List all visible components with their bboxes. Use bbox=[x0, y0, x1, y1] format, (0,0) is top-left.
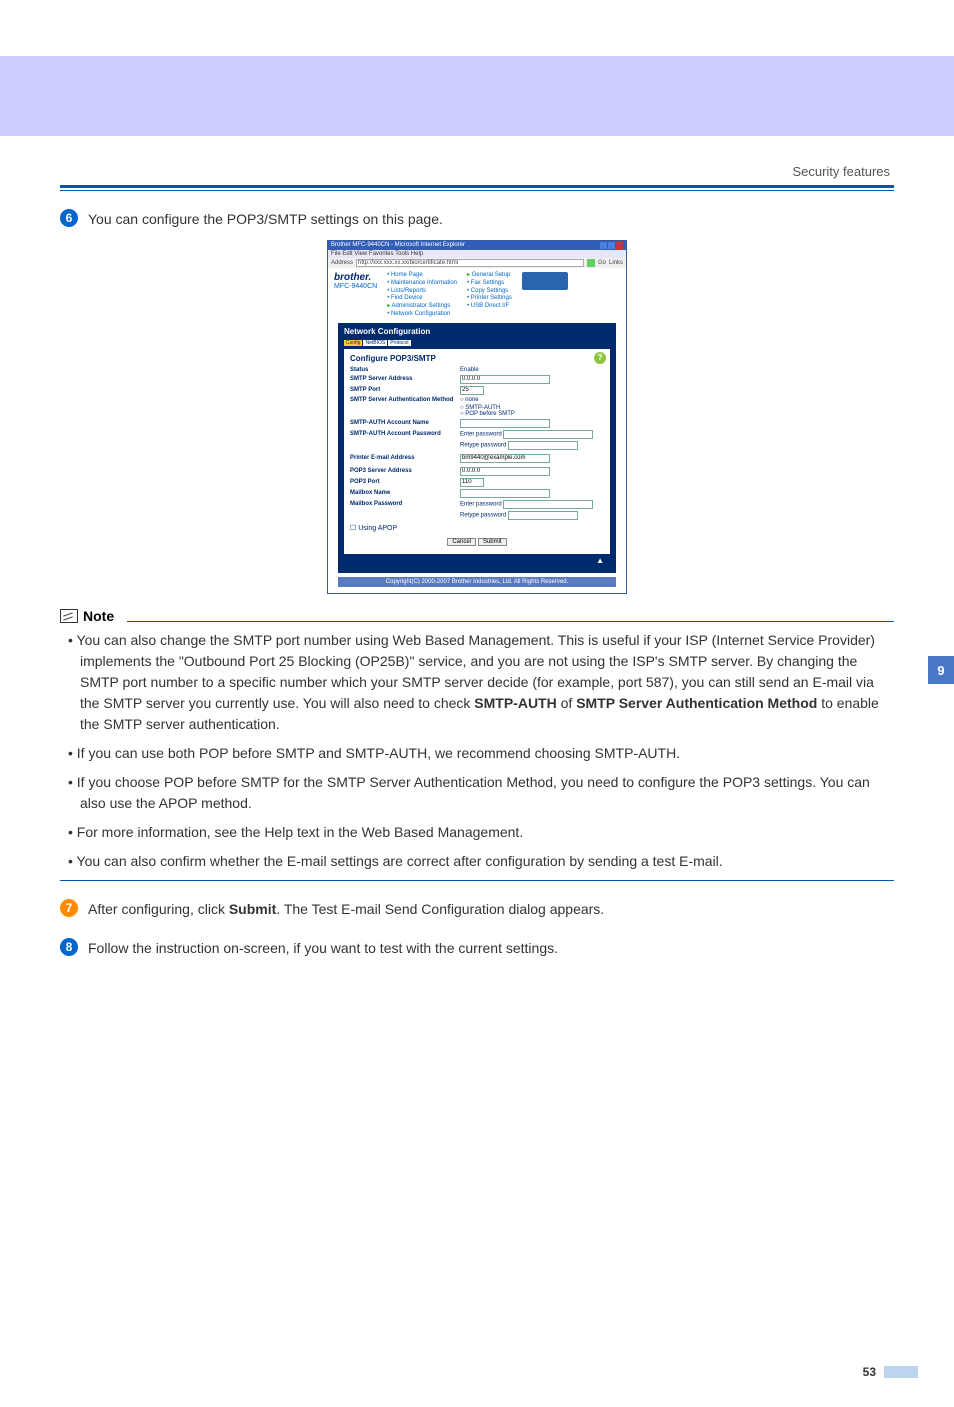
note-rule-bottom bbox=[60, 880, 894, 881]
pop3-server-input[interactable] bbox=[460, 467, 550, 476]
ie-address-bar[interactable]: Address http://xxx.xxx.xx.xx/bio/certifi… bbox=[328, 258, 626, 268]
cancel-button[interactable]: Cancel bbox=[447, 538, 476, 546]
network-config-panel: Network Configuration ConfigNetBIOSProto… bbox=[338, 323, 616, 573]
mailbox-pw-retype[interactable] bbox=[508, 511, 578, 520]
note-item-3: If you choose POP before SMTP for the SM… bbox=[68, 772, 894, 814]
step-badge-7: 7 bbox=[60, 899, 78, 917]
embedded-screenshot: Brother MFC-9440CN - Microsoft Internet … bbox=[327, 240, 627, 594]
status-label: Status bbox=[350, 367, 460, 373]
step-badge-8: 8 bbox=[60, 938, 78, 956]
smtp-server-input[interactable] bbox=[460, 375, 550, 384]
links-label: Links bbox=[609, 260, 623, 266]
status-value: Enable bbox=[460, 367, 479, 373]
ie-titlebar: Brother MFC-9440CN - Microsoft Internet … bbox=[328, 241, 626, 250]
smtp-port-label: SMTP Port bbox=[350, 387, 460, 393]
apop-checkbox[interactable]: ☐ Using APOP bbox=[350, 524, 397, 532]
page-footer: 53 bbox=[863, 1365, 918, 1379]
tab-config[interactable]: Config bbox=[344, 340, 362, 346]
nav-left[interactable]: • Home Page • Maintenance Information • … bbox=[387, 272, 457, 319]
copyright: Copyright(C) 2000-2007 Brother Industrie… bbox=[338, 577, 616, 587]
tab-netbios[interactable]: NetBIOS bbox=[363, 340, 387, 346]
acct-name-label: SMTP-AUTH Account Name bbox=[350, 420, 460, 426]
step-text-6: You can configure the POP3/SMTP settings… bbox=[88, 209, 443, 230]
auth-pop[interactable]: ○ POP before SMTP bbox=[460, 411, 604, 417]
ie-menubar[interactable]: File Edit View Favorites Tools Help bbox=[328, 250, 626, 258]
note-item-5: You can also confirm whether the E-mail … bbox=[68, 851, 894, 872]
acct-pw-retype[interactable] bbox=[508, 441, 578, 450]
rule-thick bbox=[60, 185, 894, 188]
acct-pw-input[interactable] bbox=[503, 430, 593, 439]
mailbox-label: Mailbox Name bbox=[350, 490, 460, 496]
mailbox-pw-label: Mailbox Password bbox=[350, 501, 460, 507]
acct-name-input[interactable] bbox=[460, 419, 550, 428]
pop3-port-input[interactable] bbox=[460, 478, 484, 487]
netconf-tabs[interactable]: ConfigNetBIOSProtocol bbox=[344, 339, 610, 346]
auth-none[interactable]: ○ none bbox=[460, 397, 479, 403]
note-rule-top bbox=[127, 621, 894, 622]
smtp-auth-label: SMTP Server Authentication Method bbox=[350, 397, 460, 403]
addr-url[interactable]: http://xxx.xxx.xx.xx/bio/certificate.htm… bbox=[356, 259, 584, 267]
step-badge-6: 6 bbox=[60, 209, 78, 227]
go-label: Go bbox=[598, 260, 606, 266]
brother-logo: brother. bbox=[334, 272, 377, 283]
note-list: You can also change the SMTP port number… bbox=[68, 630, 894, 872]
page-number: 53 bbox=[863, 1365, 876, 1379]
pop3-smtp-form: ? Configure POP3/SMTP StatusEnable SMTP … bbox=[344, 349, 610, 554]
step-text-7: After configuring, click Submit. The Tes… bbox=[88, 899, 604, 920]
smtp-port-input[interactable] bbox=[460, 386, 484, 395]
tab-protocol[interactable]: Protocol bbox=[388, 340, 410, 346]
netconf-title: Network Configuration bbox=[344, 327, 610, 336]
ie-title-text: Brother MFC-9440CN - Microsoft Internet … bbox=[331, 242, 465, 249]
nav-right[interactable]: ▸ General Setup • Fax Settings • Copy Se… bbox=[467, 272, 512, 319]
mailbox-input[interactable] bbox=[460, 489, 550, 498]
footer-bar-icon bbox=[884, 1366, 918, 1378]
form-heading: Configure POP3/SMTP bbox=[350, 354, 604, 363]
note-item-4: For more information, see the Help text … bbox=[68, 822, 894, 843]
step-text-8: Follow the instruction on-screen, if you… bbox=[88, 938, 558, 959]
help-icon[interactable]: ? bbox=[594, 352, 606, 364]
go-button[interactable] bbox=[587, 259, 595, 267]
chapter-tab: 9 bbox=[928, 656, 954, 684]
pop3-server-label: POP3 Server Address bbox=[350, 468, 460, 474]
printer-email-input[interactable] bbox=[460, 454, 550, 463]
window-controls[interactable] bbox=[600, 242, 623, 249]
scroll-up-icon[interactable]: ▲ bbox=[344, 554, 610, 565]
pop3-port-label: POP3 Port bbox=[350, 479, 460, 485]
submit-button[interactable]: Submit bbox=[478, 538, 507, 546]
header-blue-bar bbox=[0, 56, 954, 136]
addr-label: Address bbox=[331, 260, 353, 266]
solutions-center-badge[interactable] bbox=[522, 272, 568, 290]
note-title: Note bbox=[83, 608, 114, 624]
section-header: Security features bbox=[60, 164, 890, 179]
smtp-server-label: SMTP Server Address bbox=[350, 376, 460, 382]
rule-thin bbox=[60, 190, 894, 191]
printer-email-label: Printer E-mail Address bbox=[350, 455, 460, 461]
acct-pw-label: SMTP-AUTH Account Password bbox=[350, 431, 460, 437]
model-label: MFC-9440CN bbox=[334, 283, 377, 290]
mailbox-pw-input[interactable] bbox=[503, 500, 593, 509]
note-item-2: If you can use both POP before SMTP and … bbox=[68, 743, 894, 764]
note-icon bbox=[60, 609, 78, 623]
note-item-1: You can also change the SMTP port number… bbox=[68, 630, 894, 735]
